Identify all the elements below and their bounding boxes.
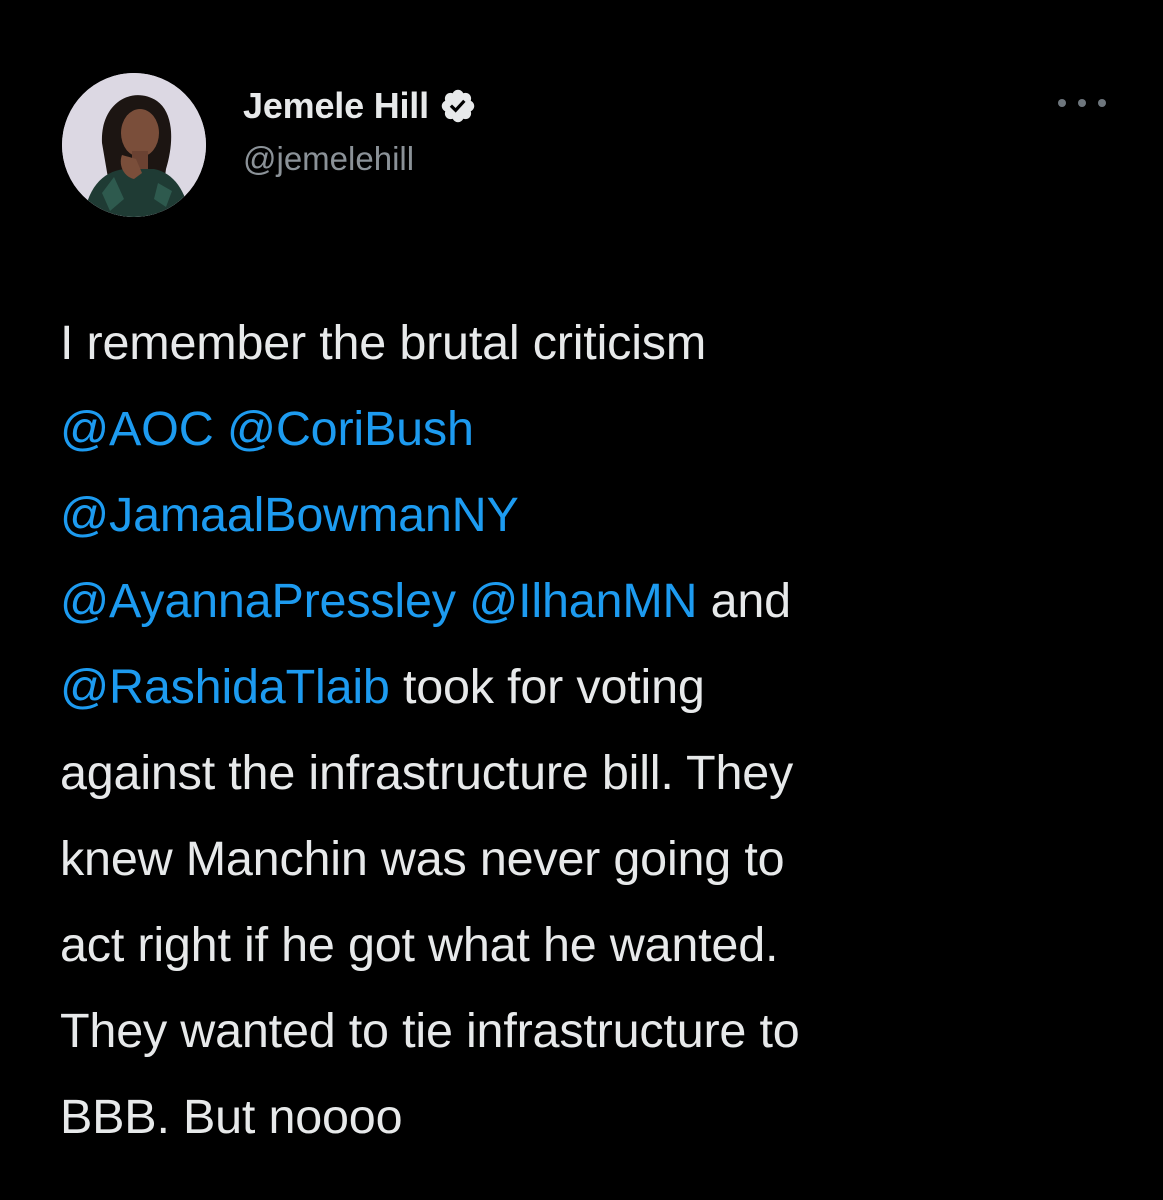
tweet-text-line: @JamaalBowmanNY (60, 472, 1120, 558)
tweet-text-line: act right if he got what he wanted. (60, 902, 1120, 988)
mention-link[interactable]: @JamaalBowmanNY (60, 488, 519, 542)
tweet-text-segment: knew Manchin was never going to (60, 832, 785, 886)
mention-link[interactable]: @AyannaPressley (60, 574, 456, 628)
verified-badge-icon (439, 87, 477, 125)
tweet-text-line: against the infrastructure bill. They (60, 730, 1120, 816)
tweet-text-segment (214, 402, 227, 456)
tweet-text-segment: and (697, 574, 792, 628)
tweet-text-segment: took for voting (389, 660, 705, 714)
tweet: Jemele Hill @jemelehill I remember the b… (0, 0, 1163, 1200)
display-name[interactable]: Jemele Hill (243, 85, 429, 127)
tweet-text-line: They wanted to tie infrastructure to (60, 988, 1120, 1074)
dot (1098, 99, 1106, 107)
avatar[interactable] (62, 73, 206, 217)
dot (1078, 99, 1086, 107)
tweet-text-line: @AyannaPressley @IlhanMN and (60, 558, 1120, 644)
author-handle[interactable]: @jemelehill (243, 140, 414, 178)
mention-link[interactable]: @AOC (60, 402, 214, 456)
tweet-text-line: I remember the brutal criticism (60, 300, 1120, 386)
tweet-text-segment: BBB. But noooo (60, 1090, 403, 1144)
tweet-text-segment (456, 574, 469, 628)
tweet-text-line: knew Manchin was never going to (60, 816, 1120, 902)
tweet-text-line: @AOC @CoriBush (60, 386, 1120, 472)
tweet-text: I remember the brutal criticism @AOC @Cor… (60, 300, 1120, 1160)
more-options-icon[interactable] (1058, 88, 1106, 118)
tweet-text-line: BBB. But noooo (60, 1074, 1120, 1160)
display-name-row[interactable]: Jemele Hill (243, 80, 477, 132)
tweet-text-segment: against the infrastructure bill. They (60, 746, 794, 800)
tweet-text-segment: act right if he got what he wanted. (60, 918, 779, 972)
tweet-text-line: @RashidaTlaib took for voting (60, 644, 1120, 730)
tweet-text-segment: They wanted to tie infrastructure to (60, 1004, 800, 1058)
mention-link[interactable]: @CoriBush (227, 402, 474, 456)
mention-link[interactable]: @RashidaTlaib (60, 660, 390, 714)
dot (1058, 99, 1066, 107)
tweet-text-segment: I remember the brutal criticism (60, 316, 707, 370)
mention-link[interactable]: @IlhanMN (469, 574, 697, 628)
profile-photo (62, 73, 206, 217)
